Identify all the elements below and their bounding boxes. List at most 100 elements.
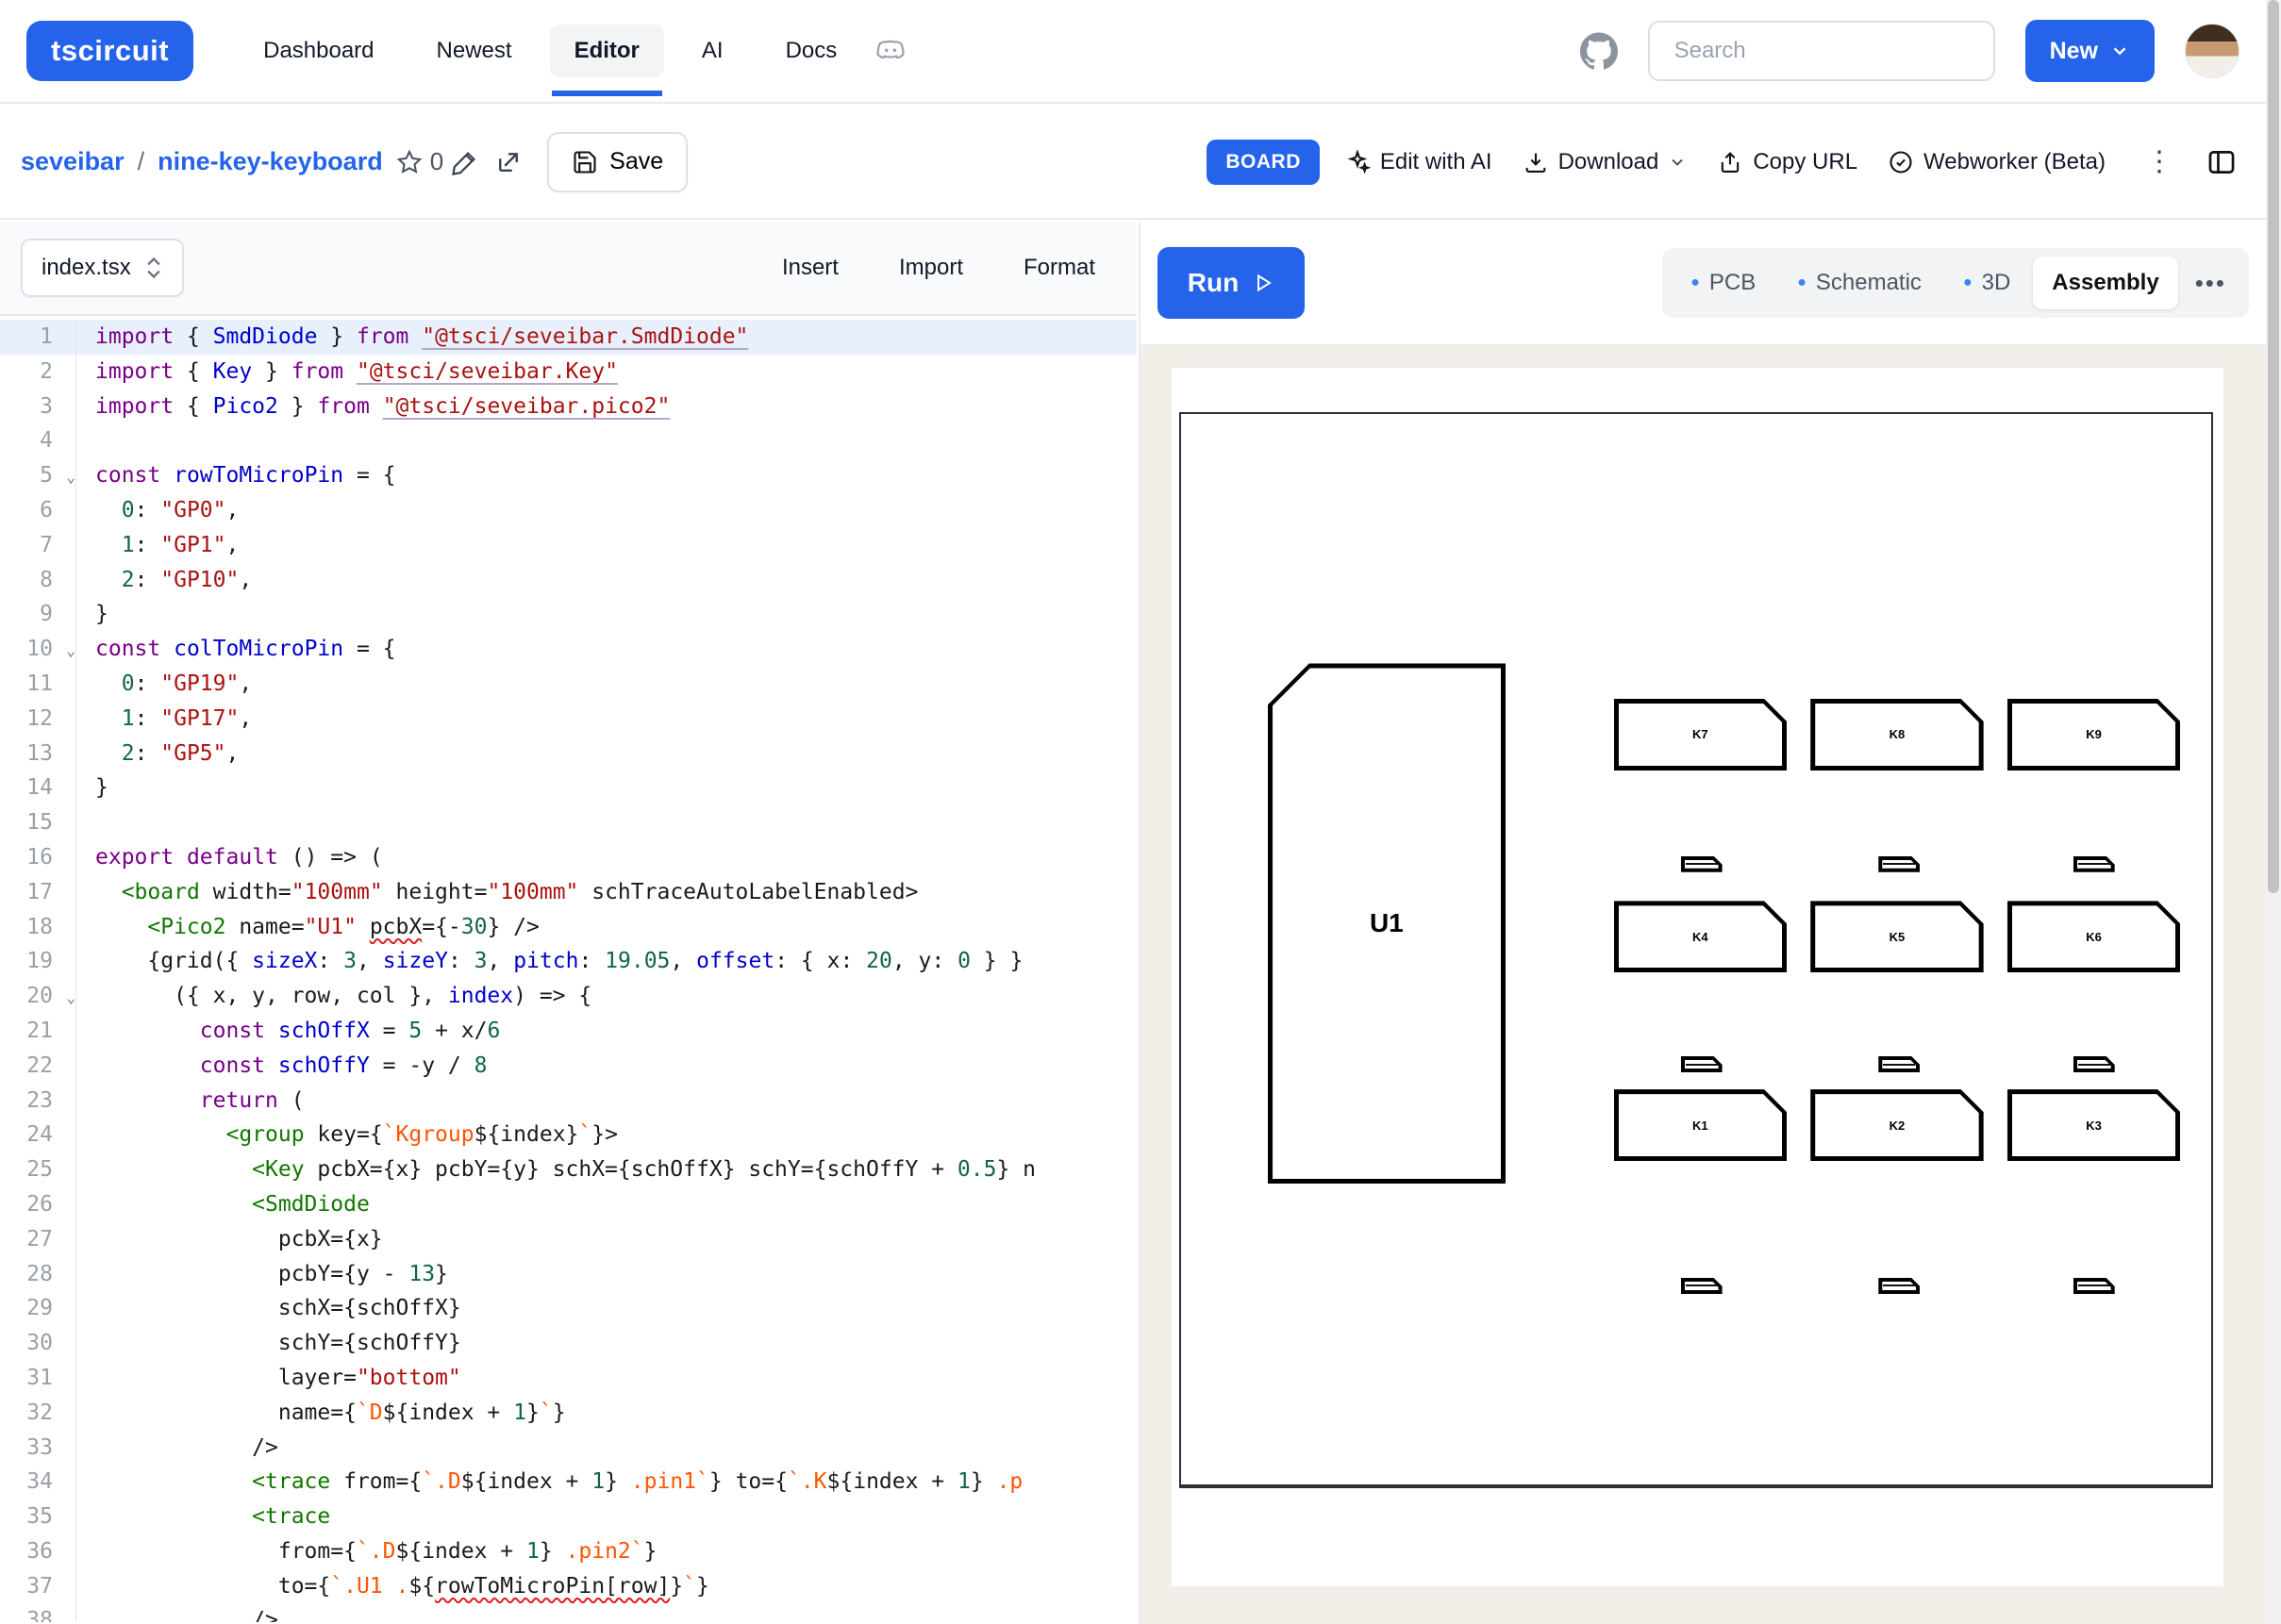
menu-insert[interactable]: Insert xyxy=(761,245,859,290)
menu-format[interactable]: Format xyxy=(1003,245,1116,290)
run-button[interactable]: Run xyxy=(1157,247,1305,319)
open-external-button[interactable] xyxy=(487,141,530,184)
tab-assembly[interactable]: Assembly xyxy=(2033,257,2177,309)
diode[interactable] xyxy=(1878,1278,1920,1294)
code-line[interactable]: 32 name={`D${index + 1}`} xyxy=(0,1396,1137,1431)
tab-schematic[interactable]: ●Schematic xyxy=(1778,257,1940,309)
tscircuit-logo[interactable]: tscircuit xyxy=(26,21,193,81)
code-editor[interactable]: 1import { SmdDiode } from "@tsci/seveiba… xyxy=(0,316,1137,1622)
code-line[interactable]: 14} xyxy=(0,771,1137,805)
assembly-canvas[interactable]: U1 K7 K8 K9 K4 K5 K6 K1 K2 K3 xyxy=(1140,344,2266,1624)
copy-url-button[interactable]: Copy URL xyxy=(1702,138,1873,187)
diode[interactable] xyxy=(1681,1056,1723,1072)
chip-u1[interactable]: U1 xyxy=(1268,663,1506,1184)
code-line[interactable]: 2import { Key } from "@tsci/seveibar.Key… xyxy=(0,355,1137,389)
code-line[interactable]: 31 layer="bottom" xyxy=(0,1361,1137,1396)
panel-toggle-button[interactable] xyxy=(2198,139,2245,186)
breadcrumb-project[interactable]: nine-key-keyboard xyxy=(158,147,383,176)
fold-arrow-icon[interactable]: ⌄ xyxy=(66,634,75,669)
code-line[interactable]: 13 2: "GP5", xyxy=(0,737,1137,771)
code-line[interactable]: 34 <trace from={`.D${index + 1} .pin1`} … xyxy=(0,1465,1137,1500)
github-icon[interactable] xyxy=(1580,32,1618,70)
code-line[interactable]: 25 <Key pcbX={x} pcbY={y} schX={schOffX}… xyxy=(0,1152,1137,1187)
webworker-beta--button[interactable]: Webworker (Beta) xyxy=(1873,138,2121,187)
code-line[interactable]: 21 const schOffX = 5 + x/6 xyxy=(0,1014,1137,1049)
key-k1[interactable]: K1 xyxy=(1614,1089,1787,1161)
diode[interactable] xyxy=(1681,1278,1723,1294)
key-label: K1 xyxy=(1614,1089,1787,1161)
code-line[interactable]: 29 schX={schOffX} xyxy=(0,1291,1137,1326)
code-line[interactable]: 3import { Pico2 } from "@tsci/seveibar.p… xyxy=(0,389,1137,424)
board-badge[interactable]: BOARD xyxy=(1207,140,1320,185)
code-line[interactable]: 4 xyxy=(0,423,1137,458)
key-k4[interactable]: K4 xyxy=(1614,901,1787,972)
fold-arrow-icon[interactable]: ⌄ xyxy=(66,981,75,1016)
key-k8[interactable]: K8 xyxy=(1810,699,1983,771)
fold-arrow-icon[interactable]: ⌄ xyxy=(66,460,75,495)
code-line[interactable]: 18 <Pico2 name="U1" pcbX={-30} /> xyxy=(0,910,1137,945)
code-line[interactable]: 16export default () => ( xyxy=(0,840,1137,875)
code-line[interactable]: 8 2: "GP10", xyxy=(0,563,1137,598)
code-line[interactable]: 27 pcbX={x} xyxy=(0,1222,1137,1257)
line-number: 22 xyxy=(0,1049,75,1084)
code-line[interactable]: 30 schY={schOffY} xyxy=(0,1326,1137,1361)
save-button[interactable]: Save xyxy=(547,132,688,192)
code-line[interactable]: 23 return ( xyxy=(0,1084,1137,1119)
code-line[interactable]: 11 0: "GP19", xyxy=(0,667,1137,702)
key-k9[interactable]: K9 xyxy=(2007,699,2180,771)
key-k6[interactable]: K6 xyxy=(2007,901,2180,972)
download-button[interactable]: Download xyxy=(1507,138,1703,187)
window-scrollbar[interactable] xyxy=(2266,0,2281,1624)
code-line[interactable]: 24 <group key={`Kgroup${index}`}> xyxy=(0,1118,1137,1152)
diode[interactable] xyxy=(1878,856,1920,872)
nav-item-docs[interactable]: Docs xyxy=(761,25,862,77)
code-line[interactable]: 38 /> xyxy=(0,1603,1137,1622)
search-input[interactable] xyxy=(1648,21,1995,81)
scrollbar-thumb[interactable] xyxy=(2268,0,2279,893)
code-line[interactable]: 36 from={`.D${index + 1} .pin2`} xyxy=(0,1534,1137,1569)
tabs-more-button[interactable]: ••• xyxy=(2182,269,2239,298)
code-line[interactable]: 9} xyxy=(0,597,1137,632)
more-options-button[interactable]: ⋮ xyxy=(2130,140,2189,184)
nav-item-dashboard[interactable]: Dashboard xyxy=(239,25,398,77)
code-line[interactable]: 33 /> xyxy=(0,1431,1137,1466)
nav-item-ai[interactable]: AI xyxy=(677,25,748,77)
code-line[interactable]: 12 1: "GP17", xyxy=(0,702,1137,737)
code-line[interactable]: 6 0: "GP0", xyxy=(0,493,1137,528)
code-line[interactable]: 10⌄const colToMicroPin = { xyxy=(0,632,1137,667)
diode[interactable] xyxy=(2073,1278,2115,1294)
key-k7[interactable]: K7 xyxy=(1614,699,1787,771)
code-line[interactable]: 5⌄const rowToMicroPin = { xyxy=(0,458,1137,493)
code-line[interactable]: 17 <board width="100mm" height="100mm" s… xyxy=(0,875,1137,910)
avatar[interactable] xyxy=(2185,24,2239,78)
code-line[interactable]: 19 {grid({ sizeX: 3, sizeY: 3, pitch: 19… xyxy=(0,944,1137,979)
diode[interactable] xyxy=(1681,856,1723,872)
diode[interactable] xyxy=(2073,856,2115,872)
star-group[interactable]: 0 xyxy=(396,147,443,176)
nav-item-newest[interactable]: Newest xyxy=(412,25,537,77)
code-line[interactable]: 7 1: "GP1", xyxy=(0,528,1137,563)
new-button[interactable]: New xyxy=(2025,20,2155,82)
file-select[interactable]: index.tsx xyxy=(21,239,184,297)
menu-import[interactable]: Import xyxy=(878,245,984,290)
code-line[interactable]: 37 to={`.U1 .${rowToMicroPin[row]}`} xyxy=(0,1569,1137,1604)
diode[interactable] xyxy=(1878,1056,1920,1072)
code-line[interactable]: 22 const schOffY = -y / 8 xyxy=(0,1049,1137,1084)
code-line[interactable]: 20⌄ ({ x, y, row, col }, index) => { xyxy=(0,979,1137,1014)
edit-pencil-button[interactable] xyxy=(443,141,487,184)
code-line[interactable]: 28 pcbY={y - 13} xyxy=(0,1257,1137,1292)
tab-pcb[interactable]: ●PCB xyxy=(1672,257,1774,309)
discord-icon[interactable] xyxy=(874,35,907,67)
breadcrumb-owner[interactable]: seveibar xyxy=(21,147,125,176)
code-line[interactable]: 26 <SmdDiode xyxy=(0,1187,1137,1222)
code-line[interactable]: 15 xyxy=(0,805,1137,840)
key-k2[interactable]: K2 xyxy=(1810,1089,1983,1161)
nav-item-editor[interactable]: Editor xyxy=(550,25,664,77)
diode[interactable] xyxy=(2073,1056,2115,1072)
key-k5[interactable]: K5 xyxy=(1810,901,1983,972)
code-line[interactable]: 35 <trace xyxy=(0,1500,1137,1534)
tab-3d[interactable]: ●3D xyxy=(1944,257,2029,309)
code-line[interactable]: 1import { SmdDiode } from "@tsci/seveiba… xyxy=(0,320,1137,355)
edit-with-ai-button[interactable]: Edit with AI xyxy=(1329,138,1507,187)
key-k3[interactable]: K3 xyxy=(2007,1089,2180,1161)
